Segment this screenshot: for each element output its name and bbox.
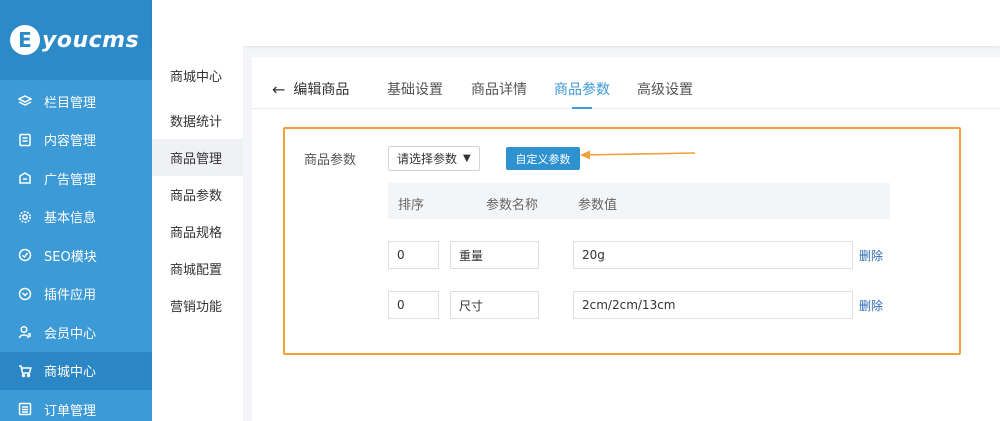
sidebar-item-column[interactable]: 栏目管理 (0, 82, 152, 121)
cart-icon (18, 364, 32, 378)
sidebar-item-label: 商城中心 (44, 365, 97, 381)
column-header-order: 排序 (398, 198, 425, 213)
param-select-value: 请选择参数 (397, 152, 458, 166)
sidebar-item-label: 插件应用 (44, 288, 97, 304)
tab-advanced-settings[interactable]: 高级设置 (637, 79, 693, 99)
secondary-menu-title: 商城中心 (170, 70, 223, 85)
submenu-item-config[interactable]: 商城配置 (152, 250, 243, 287)
row-2-name-input[interactable]: 尺寸 (450, 291, 539, 319)
chevron-down-icon: ▼ (463, 153, 471, 164)
seo-icon (18, 248, 32, 262)
row-2-value-input[interactable]: 2cm/2cm/13cm (573, 291, 853, 319)
param-select[interactable]: 请选择参数 ▼ (388, 146, 480, 171)
order-icon (18, 402, 32, 416)
annotation-arrow-icon (580, 150, 696, 160)
row-2-delete-link[interactable]: 删除 (859, 297, 883, 314)
sidebar-item-seo[interactable]: SEO模块 (0, 236, 152, 275)
sidebar-item-label: 订单管理 (44, 403, 97, 419)
sidebar-item-ads[interactable]: 广告管理 (0, 159, 152, 198)
ad-icon (18, 171, 32, 185)
sidebar-item-plugins[interactable]: 插件应用 (0, 275, 152, 314)
submenu-item-statistics[interactable]: 数据统计 (152, 102, 243, 139)
sidebar: E youcms 栏目管理 内容管理 广告管理 基本信息 SEO模块 插件应用 (0, 0, 152, 421)
sidebar-item-label: 内容管理 (44, 134, 97, 150)
row-1-order-input[interactable]: 0 (388, 241, 439, 269)
sidebar-item-members[interactable]: 会员中心 (0, 313, 152, 352)
sidebar-item-label: 栏目管理 (44, 95, 97, 111)
custom-param-button[interactable]: 自定义参数 (506, 147, 580, 170)
sidebar-nav: 栏目管理 内容管理 广告管理 基本信息 SEO模块 插件应用 会员中心 商城中心… (0, 80, 152, 421)
table-header: 排序 参数名称 参数值 (388, 183, 890, 219)
tab-basic-settings[interactable]: 基础设置 (387, 79, 443, 99)
row-2-order-input[interactable]: 0 (388, 291, 439, 319)
sidebar-item-label: 广告管理 (44, 172, 97, 188)
row-1-value-input[interactable]: 20g (573, 241, 853, 269)
param-label: 商品参数 (304, 153, 357, 168)
secondary-menu: 商城中心 数据统计 商品管理 商品参数 商品规格 商城配置 营销功能 (152, 0, 243, 421)
column-header-name: 参数名称 (486, 198, 539, 213)
logo: E youcms (0, 0, 152, 80)
sidebar-item-content[interactable]: 内容管理 (0, 121, 152, 160)
top-bar (152, 0, 1000, 46)
user-icon (18, 325, 32, 339)
logo-text: youcms (42, 27, 140, 53)
tab-product-details[interactable]: 商品详情 (471, 79, 527, 99)
gear-icon (18, 210, 32, 224)
sidebar-item-basic-info[interactable]: 基本信息 (0, 198, 152, 237)
submenu-item-specs[interactable]: 商品规格 (152, 213, 243, 250)
back-arrow-icon: ← (272, 79, 286, 99)
sidebar-item-orders[interactable]: 订单管理 (0, 390, 152, 421)
plugin-icon (18, 287, 32, 301)
secondary-menu-list: 数据统计 商品管理 商品参数 商品规格 商城配置 营销功能 (152, 102, 243, 324)
tab-product-params[interactable]: 商品参数 (554, 79, 610, 99)
tabs-bar: ← 编辑商品 基础设置 商品详情 商品参数 高级设置 (252, 57, 1000, 109)
back-button[interactable]: ← 编辑商品 (272, 79, 349, 99)
active-tab-indicator (572, 107, 592, 109)
row-1-name-input[interactable]: 重量 (450, 241, 539, 269)
document-icon (18, 133, 32, 147)
sidebar-item-label: 会员中心 (44, 326, 97, 342)
sidebar-item-label: SEO模块 (44, 249, 97, 265)
sidebar-item-mall[interactable]: 商城中心 (0, 351, 152, 390)
layers-icon (18, 94, 32, 108)
page-title: 编辑商品 (293, 82, 350, 98)
column-header-value: 参数值 (578, 198, 618, 213)
logo-mark: E (10, 25, 40, 55)
row-1-delete-link[interactable]: 删除 (859, 247, 883, 264)
submenu-item-params[interactable]: 商品参数 (152, 176, 243, 213)
sidebar-item-label: 基本信息 (44, 211, 97, 227)
submenu-item-products[interactable]: 商品管理 (152, 139, 243, 176)
submenu-item-marketing[interactable]: 营销功能 (152, 287, 243, 324)
